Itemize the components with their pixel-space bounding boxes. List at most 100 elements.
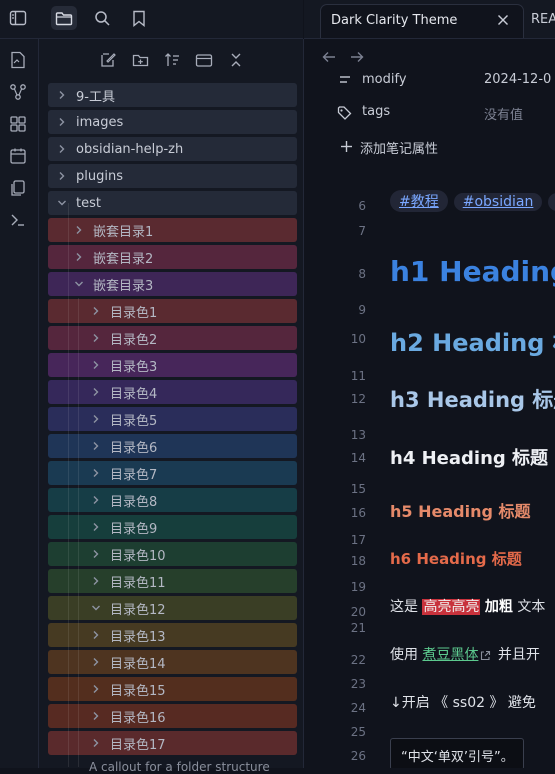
tree-item[interactable]: 目录色5	[48, 407, 297, 431]
tree-item[interactable]: 9-工具	[48, 83, 297, 107]
line-number: 11	[350, 369, 366, 383]
copy-icon[interactable]	[7, 177, 29, 199]
property-value-modify[interactable]: 2024-12-0	[484, 72, 551, 87]
tag-pill[interactable]: #	[548, 193, 555, 211]
property-key-modify[interactable]: modify	[362, 72, 407, 87]
left-ribbon	[0, 39, 39, 768]
chevron-right-icon[interactable]	[88, 519, 104, 535]
new-folder-icon[interactable]	[128, 49, 152, 71]
tree-item[interactable]: 嵌套目录2	[48, 245, 297, 269]
chevron-right-icon[interactable]	[88, 465, 104, 481]
tree-item[interactable]: 目录色4	[48, 380, 297, 404]
chevron-right-icon[interactable]	[88, 654, 104, 670]
tab-dark-clarity[interactable]: Dark Clarity Theme	[320, 4, 524, 38]
chevron-down-icon[interactable]	[71, 276, 87, 292]
line-number: 26	[350, 749, 366, 763]
text-rest: 文本	[512, 599, 546, 615]
chevron-right-icon[interactable]	[71, 249, 87, 265]
tag-pill[interactable]: #obsidian	[453, 193, 543, 211]
text-line-22: 使用 煮豆黑体 并且开	[390, 644, 540, 664]
bookmark-icon[interactable]	[126, 6, 152, 30]
tree-item[interactable]: 目录色6	[48, 434, 297, 458]
editor-pane: modify 2024-12-0 tags 没有值 添加笔记属性 6 7 8 9 10 1…	[304, 39, 555, 768]
tree-item[interactable]: images	[48, 110, 297, 134]
chevron-right-icon[interactable]	[54, 114, 70, 130]
tree-item[interactable]: 目录色9	[48, 515, 297, 539]
tag-pill[interactable]: #教程	[390, 190, 448, 212]
tab-readme[interactable]: REA	[526, 4, 555, 38]
tree-item-label: plugins	[76, 168, 123, 184]
chevron-right-icon[interactable]	[88, 492, 104, 508]
line-number: 17	[350, 533, 366, 547]
external-link[interactable]: 煮豆黑体	[422, 647, 478, 663]
tab-title: Dark Clarity Theme	[331, 13, 458, 28]
tree-item[interactable]: 目录色12	[48, 596, 297, 620]
chevron-right-icon[interactable]	[88, 681, 104, 697]
chevron-right-icon[interactable]	[88, 411, 104, 427]
graph-icon[interactable]	[7, 81, 29, 103]
tree-item[interactable]: 目录色10	[48, 542, 297, 566]
chevron-right-icon[interactable]	[54, 141, 70, 157]
canvas-icon[interactable]	[7, 113, 29, 135]
tree-item-label: 目录色17	[110, 737, 166, 753]
close-icon[interactable]	[497, 14, 509, 26]
chevron-right-icon[interactable]	[88, 357, 104, 373]
chevron-right-icon[interactable]	[71, 222, 87, 238]
terminal-icon[interactable]	[7, 209, 29, 231]
tree-item[interactable]: 目录色16	[48, 704, 297, 728]
tree-item[interactable]: 嵌套目录3	[48, 272, 297, 296]
tree-item[interactable]: 嵌套目录1	[48, 218, 297, 242]
tree-item-label: 目录色9	[110, 521, 158, 537]
tree-item[interactable]: 目录色15	[48, 677, 297, 701]
sidebar-toggle-icon[interactable]	[5, 6, 31, 30]
property-value-tags[interactable]: 没有值	[484, 104, 523, 123]
tree-item[interactable]: 目录色8	[48, 488, 297, 512]
tree-item[interactable]: 目录色14	[48, 650, 297, 674]
chevron-right-icon[interactable]	[54, 168, 70, 184]
folder-icon[interactable]	[51, 6, 77, 30]
chevron-right-icon[interactable]	[88, 546, 104, 562]
chevron-right-icon[interactable]	[88, 384, 104, 400]
tree-item[interactable]: plugins	[48, 164, 297, 188]
collapse-panel-icon[interactable]	[192, 49, 216, 71]
chevron-right-icon[interactable]	[88, 303, 104, 319]
tree-item-label: 目录色2	[110, 332, 158, 348]
tree-item-label: 目录色8	[110, 494, 158, 510]
tree-item[interactable]: 目录色13	[48, 623, 297, 647]
search-icon[interactable]	[89, 6, 115, 30]
chevron-right-icon[interactable]	[88, 708, 104, 724]
chevron-right-icon[interactable]	[54, 87, 70, 103]
file-explorer: 9-工具 images obsidian-help-zh plugins test 嵌套目…	[39, 39, 304, 774]
tree-item[interactable]: test	[48, 191, 297, 215]
chevron-down-icon[interactable]	[88, 600, 104, 616]
list-icon	[338, 74, 352, 86]
calendar-icon[interactable]	[7, 145, 29, 167]
chevron-right-icon[interactable]	[88, 573, 104, 589]
tree-item-label: 目录色1	[110, 305, 158, 321]
tree-item[interactable]: 目录色3	[48, 353, 297, 377]
new-note-icon[interactable]	[96, 49, 120, 71]
sort-icon[interactable]	[160, 49, 184, 71]
collapse-all-icon[interactable]	[224, 49, 248, 71]
tree-item[interactable]: 目录色1	[48, 299, 297, 323]
back-arrow-icon[interactable]	[322, 51, 336, 63]
plus-icon[interactable]	[340, 140, 353, 153]
tree-item-label: 目录色7	[110, 467, 158, 483]
chevron-right-icon[interactable]	[88, 735, 104, 751]
tree-item[interactable]: 目录色17	[48, 731, 297, 755]
tree-item[interactable]: 目录色11	[48, 569, 297, 593]
line-number: 21	[350, 621, 366, 635]
tree-item-label: obsidian-help-zh	[76, 141, 184, 157]
chevron-right-icon[interactable]	[88, 627, 104, 643]
chevron-right-icon[interactable]	[88, 330, 104, 346]
add-property-button[interactable]: 添加笔记属性	[360, 138, 438, 157]
line-number: 6	[358, 199, 366, 213]
forward-arrow-icon[interactable]	[350, 51, 364, 63]
property-key-tags[interactable]: tags	[362, 104, 390, 119]
text-line-20: 这是 高亮高亮 加粗 文本	[390, 596, 545, 616]
tree-item[interactable]: 目录色2	[48, 326, 297, 350]
tree-item[interactable]: 目录色7	[48, 461, 297, 485]
open-note-icon[interactable]	[7, 49, 29, 71]
tree-item[interactable]: obsidian-help-zh	[48, 137, 297, 161]
chevron-right-icon[interactable]	[88, 438, 104, 454]
